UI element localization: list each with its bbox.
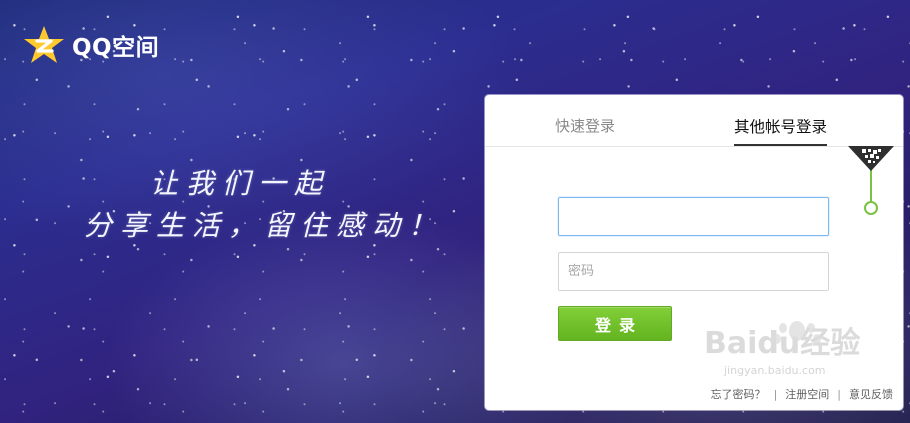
- qr-indicator-dot[interactable]: [864, 201, 878, 215]
- footer-separator: |: [837, 387, 841, 401]
- forgot-password-link[interactable]: 忘了密码？: [711, 386, 766, 402]
- slogan-line-1: 让我们一起: [150, 167, 331, 200]
- footer-separator: |: [773, 387, 778, 401]
- login-footer-links: 忘了密码？ | 注册空间 | 意见反馈: [711, 386, 893, 402]
- account-input[interactable]: [558, 197, 829, 236]
- tab-quick-login[interactable]: 快速登录: [555, 115, 615, 146]
- feedback-link[interactable]: 意见反馈: [849, 386, 893, 402]
- slogan: 让我们一起 分享生活，留住感动！: [84, 163, 444, 247]
- login-tabs: 快速登录 其他帐号登录: [485, 95, 903, 147]
- qzone-star-icon: [24, 26, 64, 63]
- watermark-url: jingyan.baidu.com: [723, 364, 826, 377]
- password-input[interactable]: [558, 252, 829, 291]
- qr-code-icon[interactable]: [848, 146, 894, 171]
- qzone-logo[interactable]: QQ空间: [22, 24, 159, 66]
- watermark-brand: Baidu经验: [704, 326, 860, 361]
- tab-other-account-login[interactable]: 其他帐号登录: [734, 115, 828, 146]
- brand-name: QQ空间: [72, 35, 160, 61]
- login-button[interactable]: 登录: [558, 306, 672, 341]
- slogan-line-2: 分享生活，留住感动！: [84, 209, 445, 242]
- register-space-link[interactable]: 注册空间: [785, 386, 829, 402]
- baidu-jingyan-watermark: Baidu经验 jingyan.baidu.com: [704, 321, 860, 377]
- login-panel: 快速登录 其他帐号登录 登录 Baidu经验 jingyan.baidu.com…: [485, 95, 903, 410]
- paw-icon: [773, 321, 821, 344]
- qr-indicator-line: [870, 166, 872, 202]
